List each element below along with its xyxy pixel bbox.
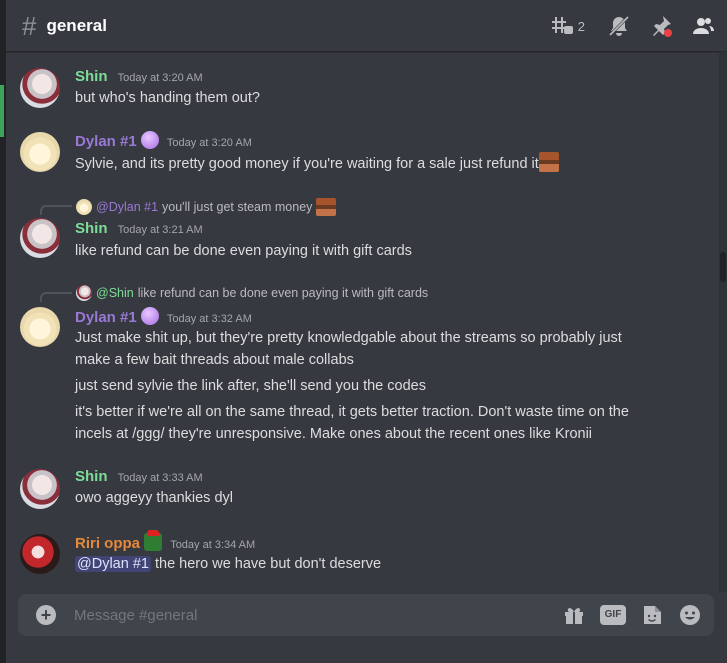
members-icon[interactable]: [691, 14, 715, 38]
author-label: Riri oppa: [75, 535, 141, 552]
author-label: Shin: [75, 220, 108, 237]
reply-mention[interactable]: @Dylan #1: [96, 200, 158, 214]
author-name[interactable]: Shin Today at 3:21 AM: [75, 220, 203, 237]
timestamp: Today at 3:32 AM: [166, 313, 252, 325]
message-text: incels at /ggg/ they're unresponsive. Ma…: [75, 426, 593, 442]
unread-indicator: [0, 85, 4, 137]
pepe-santa-icon: [144, 530, 163, 551]
message-text-content: Sylvie, and its pretty good money if you…: [75, 156, 539, 172]
avatar[interactable]: [20, 469, 60, 509]
channel-title: general: [46, 15, 107, 35]
header-toolbar: 2: [550, 14, 715, 38]
avatar[interactable]: [20, 307, 60, 347]
message-text: @Dylan #1 the hero we have but don't des…: [75, 553, 381, 575]
author-name[interactable]: Dylan #1 Today at 3:32 AM: [75, 307, 252, 326]
plus-icon[interactable]: +: [36, 605, 56, 625]
avatar[interactable]: [20, 132, 60, 172]
emoji-icon[interactable]: [678, 603, 702, 627]
threads-icon[interactable]: [550, 14, 574, 38]
reply-mention[interactable]: @Shin: [96, 286, 134, 300]
author-name[interactable]: Dylan #1 Today at 3:20 AM: [75, 131, 252, 150]
timestamp: Today at 3:33 AM: [117, 472, 203, 484]
mute-bell-icon[interactable]: [607, 14, 631, 38]
reply-avatar: [76, 199, 92, 215]
message-text: just send sylvie the link after, she'll …: [75, 378, 426, 394]
message-text: it's better if we're all on the same thr…: [75, 404, 629, 420]
avatar[interactable]: [20, 218, 60, 258]
reply-preview[interactable]: @Dylan #1 you'll just get steam money: [76, 198, 337, 216]
channel-header: # general 2: [6, 0, 727, 52]
timestamp: Today at 3:21 AM: [117, 224, 203, 236]
author-label: Dylan #1: [75, 309, 137, 326]
author-label: Dylan #1: [75, 133, 137, 150]
reply-preview[interactable]: @Shin like refund can be done even payin…: [76, 285, 428, 301]
reply-connector: [40, 205, 72, 215]
author-label: Shin: [75, 468, 108, 485]
thread-count: 2: [577, 18, 585, 34]
author-name[interactable]: Riri oppa Today at 3:34 AM: [75, 530, 256, 552]
reply-connector: [40, 292, 72, 302]
timestamp: Today at 3:20 AM: [117, 72, 203, 84]
nitro-badge-icon: [140, 307, 159, 325]
message-input[interactable]: [74, 594, 544, 636]
gift-icon[interactable]: [562, 603, 586, 627]
channel-hash-icon: #: [22, 10, 37, 41]
avatar[interactable]: [20, 534, 60, 574]
server-sidebar-edge: [0, 0, 6, 663]
composer-toolbar: GIF: [562, 603, 702, 627]
reply-text: like refund can be done even paying it w…: [137, 286, 429, 300]
message-text: Sylvie, and its pretty good money if you…: [75, 152, 559, 175]
author-name[interactable]: Shin Today at 3:20 AM: [75, 68, 203, 85]
author-label: Shin: [75, 68, 108, 85]
user-mention[interactable]: @Dylan #1: [75, 556, 151, 572]
message-text: owo aggeyy thankies dyl: [75, 490, 233, 506]
message-text: like refund can be done even paying it w…: [75, 243, 412, 259]
message-text: Just make shit up, but they're pretty kn…: [75, 330, 622, 346]
custom-emoji-icon[interactable]: [538, 152, 559, 172]
avatar[interactable]: [20, 68, 60, 108]
timestamp: Today at 3:34 AM: [170, 539, 256, 551]
custom-emoji-icon: [316, 198, 337, 216]
reply-avatar: [76, 285, 92, 301]
author-name[interactable]: Shin Today at 3:33 AM: [75, 468, 203, 485]
reply-text: you'll just get steam money: [162, 200, 313, 214]
sticker-icon[interactable]: [640, 603, 664, 627]
scrollbar-thumb[interactable]: [720, 252, 726, 282]
message-composer: + GIF: [18, 594, 714, 636]
message-text-content: the hero we have but don't deserve: [150, 556, 382, 572]
message-text: make a few bait threads about male colla…: [75, 352, 354, 368]
gif-icon[interactable]: GIF: [600, 605, 626, 625]
message-scrollbar[interactable]: [719, 52, 727, 592]
nitro-badge-icon: [140, 131, 159, 149]
timestamp: Today at 3:20 AM: [166, 137, 252, 149]
pin-icon[interactable]: [649, 14, 673, 38]
message-text: but who's handing them out?: [75, 90, 260, 106]
